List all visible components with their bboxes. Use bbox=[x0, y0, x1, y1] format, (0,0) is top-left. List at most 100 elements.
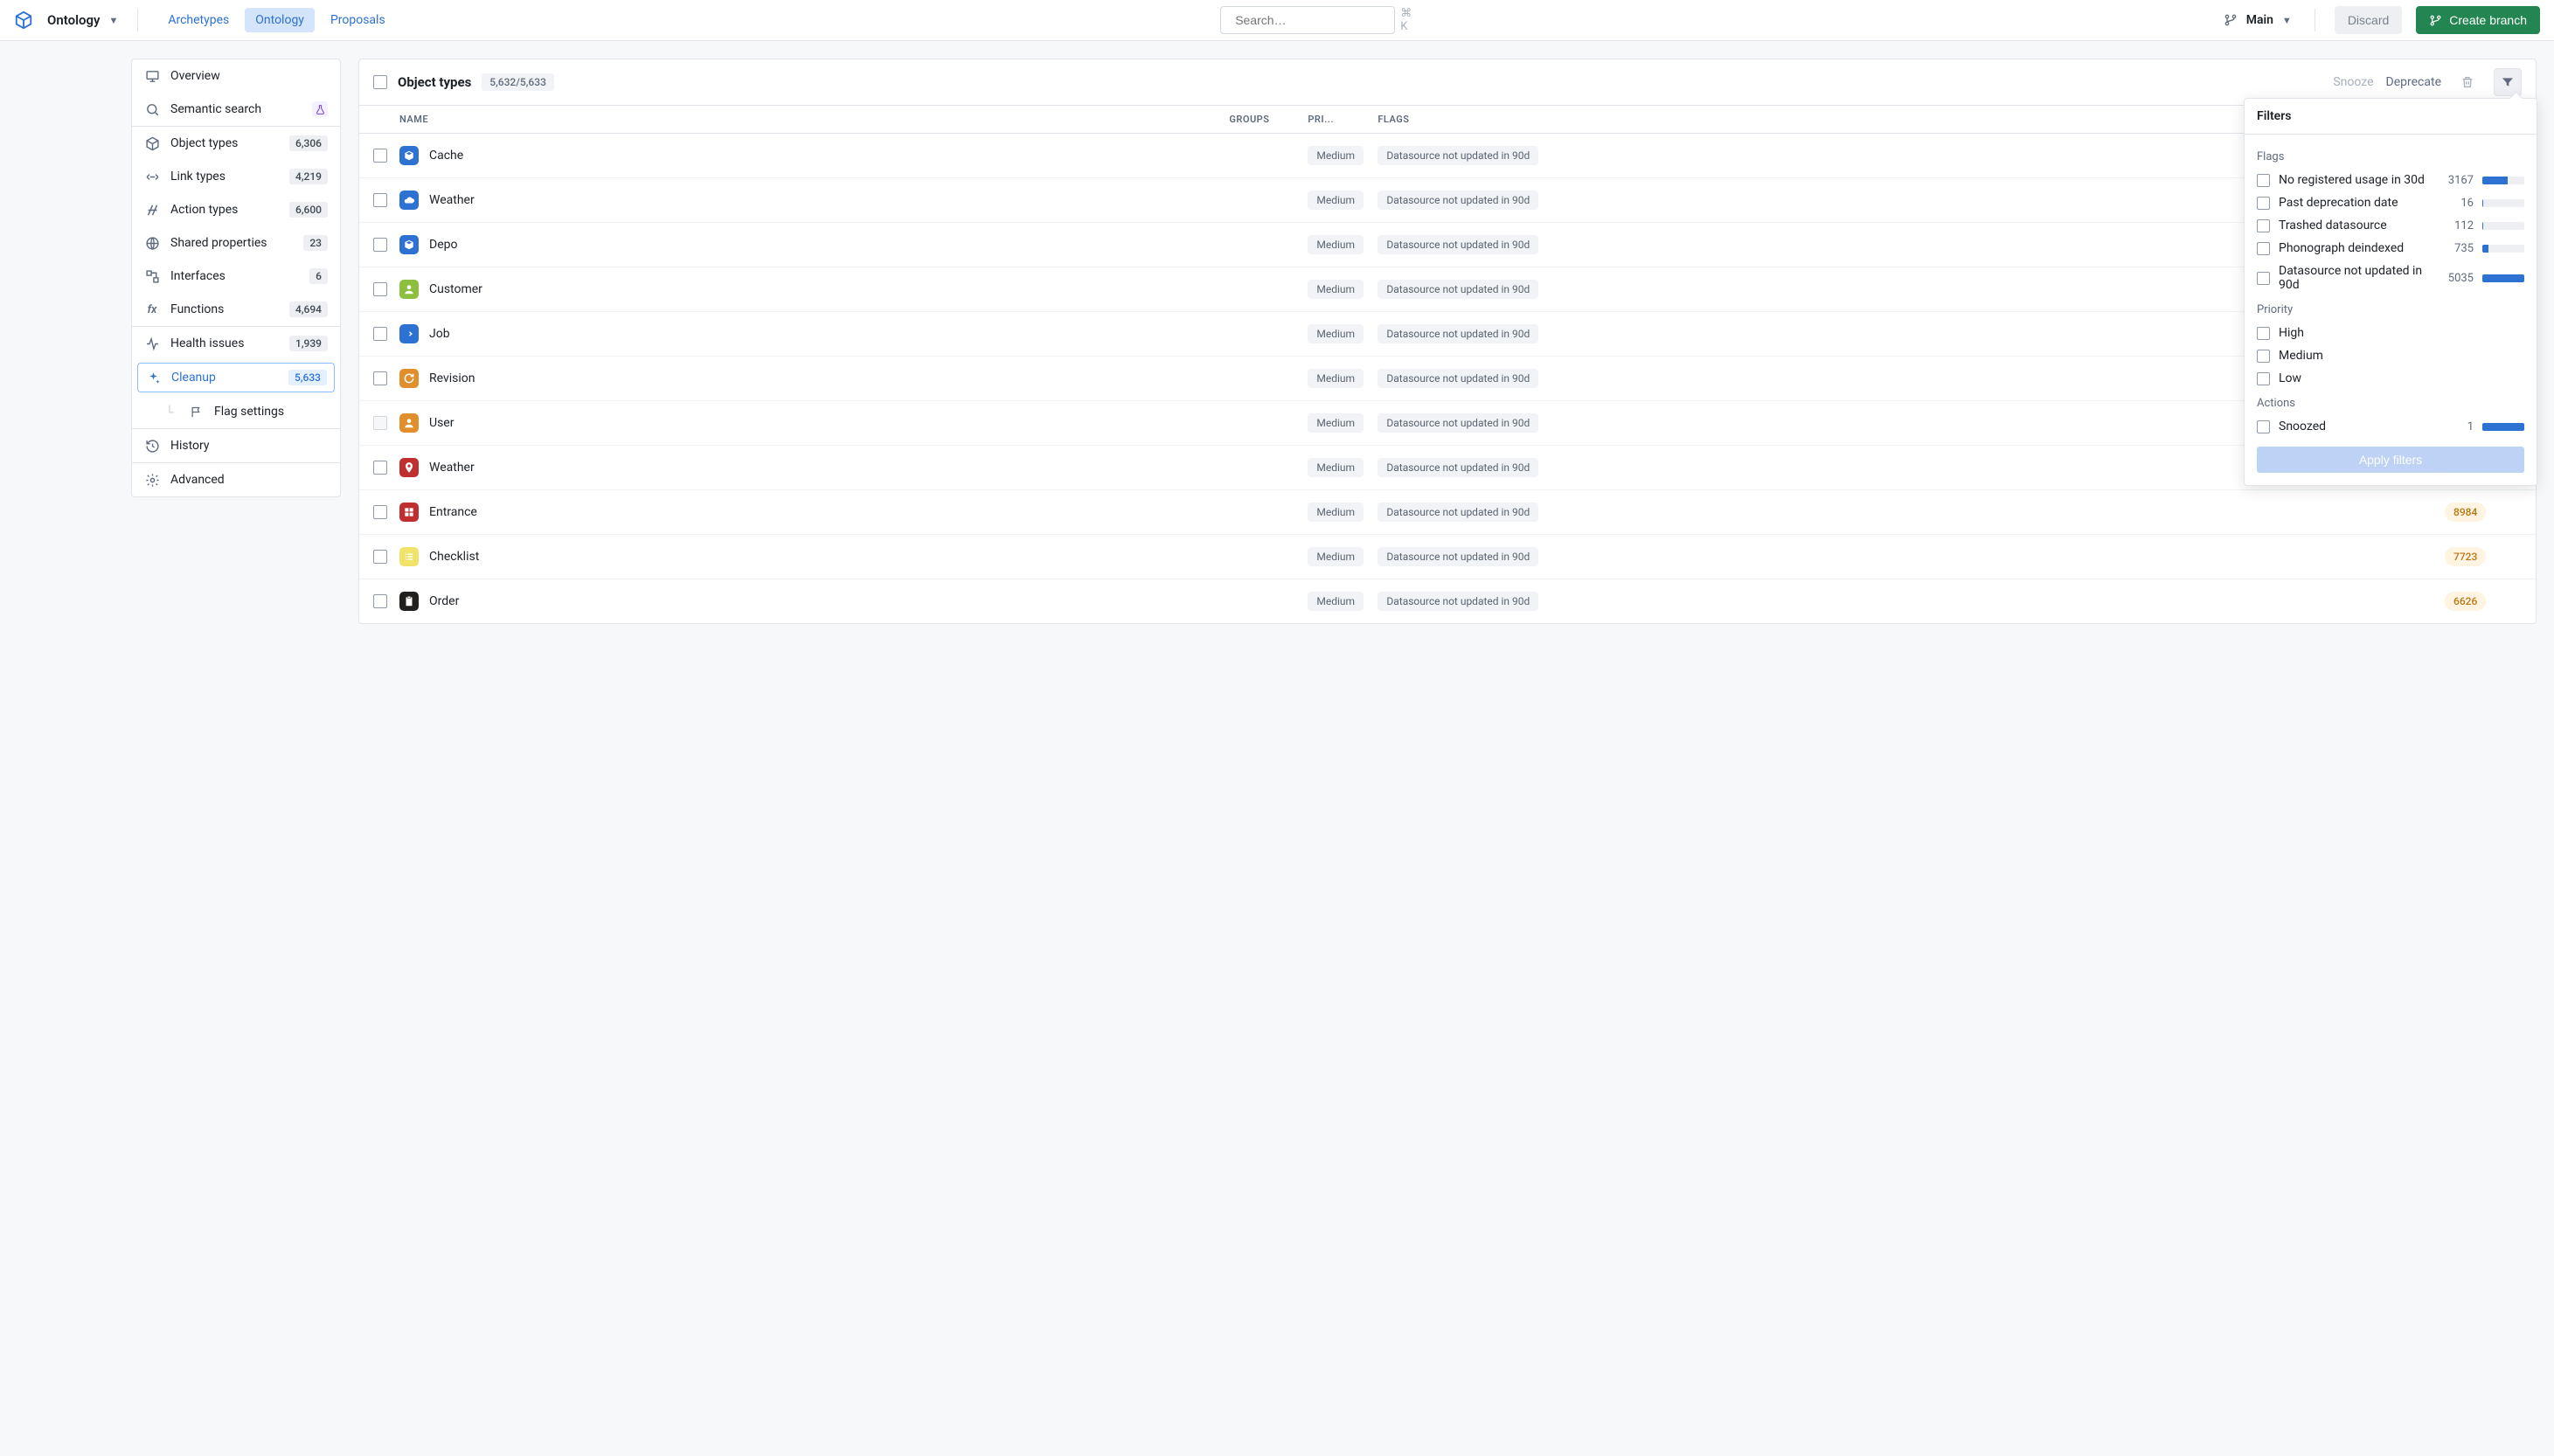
sidebar-item-flag-settings[interactable]: └ Flag settings bbox=[132, 395, 340, 428]
table-count: 5,632/5,633 bbox=[482, 73, 554, 91]
filter-option[interactable]: Datasource not updated in 90d5035 bbox=[2257, 260, 2524, 296]
filter-option[interactable]: High bbox=[2257, 322, 2524, 344]
table-row[interactable]: OrderMediumDatasource not updated in 90d… bbox=[359, 579, 2536, 623]
sidebar-item-history[interactable]: History bbox=[132, 429, 340, 462]
beta-badge-icon bbox=[312, 101, 328, 117]
sidebar-item-link-types[interactable]: Link types4,219 bbox=[132, 160, 340, 193]
row-checkbox bbox=[373, 416, 387, 430]
filter-section-title: Actions bbox=[2257, 397, 2524, 410]
row-checkbox[interactable] bbox=[373, 550, 387, 564]
filter-checkbox[interactable] bbox=[2257, 350, 2270, 363]
sidebar-item-label: History bbox=[170, 439, 328, 453]
filter-option[interactable]: Trashed datasource112 bbox=[2257, 214, 2524, 237]
discard-button[interactable]: Discard bbox=[2335, 6, 2402, 34]
filter-checkbox[interactable] bbox=[2257, 219, 2270, 232]
sidebar-item-health-issues[interactable]: Health issues1,939 bbox=[132, 327, 340, 360]
sidebar-item-cleanup[interactable]: Cleanup5,633 bbox=[137, 363, 335, 392]
sidebar-item-label: Flag settings bbox=[214, 405, 328, 419]
flag-pill: Datasource not updated in 90d bbox=[1378, 235, 1538, 254]
row-checkbox[interactable] bbox=[373, 461, 387, 475]
deprecate-button[interactable]: Deprecate bbox=[2386, 75, 2441, 89]
table-row[interactable]: CacheMediumDatasource not updated in 90d… bbox=[359, 134, 2536, 178]
flag-pill: Datasource not updated in 90d bbox=[1378, 191, 1538, 210]
row-checkbox[interactable] bbox=[373, 149, 387, 163]
nav-ontology[interactable]: Ontology bbox=[245, 8, 315, 32]
table-title: Object types bbox=[398, 74, 471, 90]
row-checkbox[interactable] bbox=[373, 371, 387, 385]
filter-option[interactable]: Past deprecation date16 bbox=[2257, 191, 2524, 214]
apply-filters-button[interactable]: Apply filters bbox=[2257, 447, 2524, 473]
priority-pill: Medium bbox=[1308, 146, 1364, 165]
filter-checkbox[interactable] bbox=[2257, 174, 2270, 187]
object-type-icon bbox=[399, 458, 419, 477]
priority-pill: Medium bbox=[1308, 547, 1364, 566]
row-name: Weather bbox=[429, 193, 475, 207]
table-row[interactable]: CustomerMediumDatasource not updated in … bbox=[359, 267, 2536, 312]
nav-archetypes[interactable]: Archetypes bbox=[157, 8, 239, 32]
nav-proposals[interactable]: Proposals bbox=[320, 8, 396, 32]
filter-label: Past deprecation date bbox=[2279, 196, 2430, 210]
filter-option[interactable]: Phonograph deindexed735 bbox=[2257, 237, 2524, 260]
sidebar-item-overview[interactable]: Overview bbox=[132, 59, 340, 93]
table-row[interactable]: WeatherMediumDatasource not updated in 9… bbox=[359, 178, 2536, 223]
fx-icon: fx bbox=[144, 302, 160, 317]
filter-checkbox[interactable] bbox=[2257, 272, 2270, 285]
select-all-checkbox[interactable] bbox=[373, 75, 387, 89]
sidebar-item-label: Health issues bbox=[170, 336, 279, 350]
table-row[interactable]: WeatherMediumDatasource not updated in 9… bbox=[359, 446, 2536, 490]
table-row[interactable]: ChecklistMediumDatasource not updated in… bbox=[359, 535, 2536, 579]
filter-checkbox[interactable] bbox=[2257, 327, 2270, 340]
object-type-icon bbox=[399, 369, 419, 388]
table-row[interactable]: DepoMediumDatasource not updated in 90d2… bbox=[359, 223, 2536, 267]
col-priority[interactable]: PRI... bbox=[1308, 114, 1378, 125]
filter-option[interactable]: Medium bbox=[2257, 344, 2524, 367]
snooze-button[interactable]: Snooze bbox=[2333, 75, 2373, 89]
pulse-icon bbox=[144, 336, 160, 351]
create-branch-button[interactable]: Create branch bbox=[2416, 6, 2540, 34]
search-input[interactable] bbox=[1235, 13, 1393, 27]
sidebar-item-advanced[interactable]: Advanced bbox=[132, 463, 340, 496]
table-row[interactable]: RevisionMediumDatasource not updated in … bbox=[359, 357, 2536, 401]
sidebar-item-object-types[interactable]: Object types6,306 bbox=[132, 127, 340, 160]
sidebar-item-shared-properties[interactable]: Shared properties23 bbox=[132, 226, 340, 260]
delete-button[interactable] bbox=[2453, 68, 2481, 96]
row-checkbox[interactable] bbox=[373, 594, 387, 608]
sidebar-item-label: Overview bbox=[170, 69, 328, 83]
priority-pill: Medium bbox=[1308, 413, 1364, 433]
table-row[interactable]: UserMediumDatasource not updated in 90d1… bbox=[359, 401, 2536, 446]
table-row[interactable]: EntranceMediumDatasource not updated in … bbox=[359, 490, 2536, 535]
topbar: Ontology ▼ ArchetypesOntologyProposals ⌘… bbox=[0, 0, 2554, 41]
sidebar-item-semantic-search[interactable]: Semantic search bbox=[132, 93, 340, 126]
filter-checkbox[interactable] bbox=[2257, 242, 2270, 255]
row-checkbox[interactable] bbox=[373, 505, 387, 519]
tree-line: └ bbox=[162, 405, 177, 419]
sidebar-item-interfaces[interactable]: Interfaces6 bbox=[132, 260, 340, 293]
row-checkbox[interactable] bbox=[373, 193, 387, 207]
col-groups[interactable]: GROUPS bbox=[1229, 114, 1308, 125]
filter-option[interactable]: Low bbox=[2257, 367, 2524, 390]
sidebar-item-functions[interactable]: fxFunctions4,694 bbox=[132, 293, 340, 326]
filter-bar bbox=[2482, 177, 2524, 184]
filter-bar bbox=[2482, 274, 2524, 282]
global-search[interactable]: ⌘ K bbox=[1220, 6, 1395, 34]
sidebar-item-action-types[interactable]: Action types6,600 bbox=[132, 193, 340, 226]
table-row[interactable]: JobMediumDatasource not updated in 90d14… bbox=[359, 312, 2536, 357]
object-type-icon bbox=[399, 191, 419, 210]
filter-checkbox[interactable] bbox=[2257, 420, 2270, 433]
reads-pill: 7723 bbox=[2445, 547, 2486, 566]
filter-option[interactable]: No registered usage in 30d3167 bbox=[2257, 169, 2524, 191]
row-checkbox[interactable] bbox=[373, 238, 387, 252]
brand-dropdown[interactable]: Ontology ▼ bbox=[47, 12, 118, 28]
row-checkbox[interactable] bbox=[373, 327, 387, 341]
filter-toggle-button[interactable] bbox=[2494, 68, 2522, 96]
filter-count: 735 bbox=[2439, 242, 2474, 255]
row-checkbox[interactable] bbox=[373, 282, 387, 296]
zoom-icon bbox=[144, 101, 160, 117]
filter-checkbox[interactable] bbox=[2257, 197, 2270, 210]
col-name[interactable]: NAME bbox=[399, 114, 1229, 125]
row-name: Cache bbox=[429, 149, 463, 163]
filter-option[interactable]: Snoozed1 bbox=[2257, 415, 2524, 438]
branch-dropdown[interactable]: Main ▼ bbox=[2220, 13, 2295, 27]
filter-checkbox[interactable] bbox=[2257, 372, 2270, 385]
sidebar: Overview Semantic searchObject types6,306… bbox=[131, 59, 341, 497]
